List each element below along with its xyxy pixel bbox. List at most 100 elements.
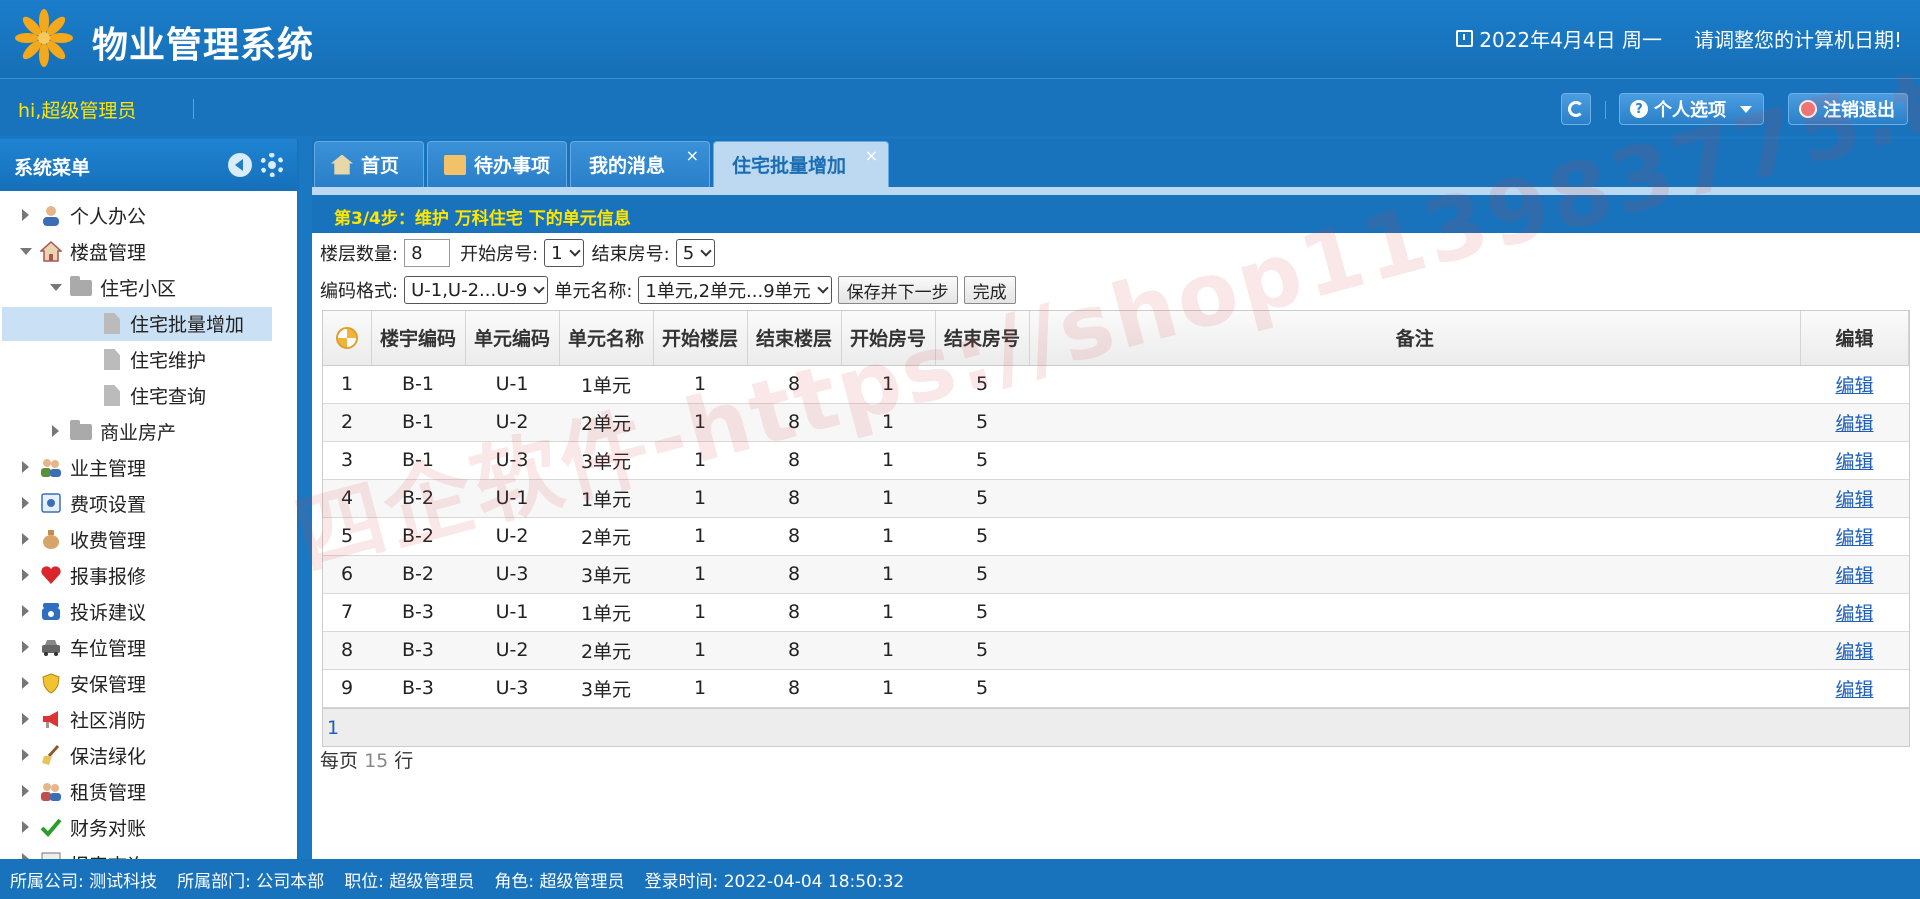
menu-item-batch-add[interactable]: 住宅批量增加 [0, 305, 297, 341]
menu-item-fire[interactable]: 社区消防 [0, 701, 297, 737]
menu-item-finance[interactable]: 财务对账 [0, 809, 297, 845]
menu-item-commercial[interactable]: 商业房产 [0, 413, 297, 449]
menu-item-complaints[interactable]: 投诉建议 [0, 593, 297, 629]
menu-item-personal-office[interactable]: 个人办公 [0, 197, 297, 233]
table-cell: 1 [841, 517, 935, 556]
table-cell: 1 [841, 365, 935, 404]
form-row: 楼层数量: 8 开始房号: 1 结束房号: 5 [320, 239, 716, 267]
expand-icon[interactable] [22, 605, 29, 617]
table-cell: 1 [841, 479, 935, 518]
gear-icon[interactable] [260, 153, 284, 177]
edit-link[interactable]: 编辑 [1800, 365, 1909, 404]
end-room-select[interactable]: 5 [675, 239, 716, 267]
column-header: 楼宇编码 [371, 311, 466, 366]
personal-options-button[interactable]: ? 个人选项 [1619, 93, 1764, 125]
chevron-down-icon [533, 282, 546, 294]
step-bar: 第3/4步：维护 万科住宅 下的单元信息 [312, 195, 1920, 233]
edit-link[interactable]: 编辑 [1800, 555, 1909, 594]
start-room-select[interactable]: 1 [544, 239, 584, 267]
tab-home[interactable]: 首页 [314, 141, 424, 187]
unit-name-select[interactable]: 1单元,2单元...9单元 [638, 276, 832, 304]
collapse-icon[interactable] [50, 283, 62, 291]
finish-button[interactable]: 完成 [963, 276, 1016, 304]
floor-count-input[interactable]: 8 [404, 239, 451, 267]
menu-item-charges[interactable]: 收费管理 [0, 521, 297, 557]
expand-icon[interactable] [22, 569, 29, 581]
expand-icon[interactable] [22, 677, 29, 689]
expand-icon[interactable] [22, 497, 29, 509]
column-header-sort[interactable] [323, 311, 372, 366]
edit-link[interactable]: 编辑 [1800, 441, 1909, 480]
menu-item-owners[interactable]: 业主管理 [0, 449, 297, 485]
table-cell: 1 [841, 441, 935, 480]
menu-item-label: 费项设置 [70, 493, 147, 516]
date-display: 2022年4月4日 周一 请调整您的计算机日期! [1456, 24, 1902, 53]
footer-company: 所属公司: 测试科技 [10, 871, 158, 892]
table-row: 5 B-2 U-2 2单元 1 8 1 5 编辑 [323, 517, 1909, 556]
table-cell: B-1 [371, 403, 465, 442]
select-value: 5 [682, 242, 695, 264]
collapse-icon[interactable] [20, 247, 32, 255]
shield-icon [42, 673, 60, 694]
table-cell: 8 [747, 593, 841, 632]
table-cell [1029, 441, 1801, 480]
car-icon [42, 640, 60, 656]
table-cell: U-1 [465, 479, 559, 518]
menu-item-parking[interactable]: 车位管理 [0, 629, 297, 665]
expand-icon[interactable] [52, 425, 59, 437]
expand-icon[interactable] [22, 785, 29, 797]
tab-batch-add[interactable]: 住宅批量增加 × [713, 141, 889, 187]
expand-icon[interactable] [22, 641, 29, 653]
table-cell: 1 [841, 555, 935, 594]
refresh-button[interactable] [1561, 93, 1591, 125]
expand-icon[interactable] [22, 713, 29, 725]
end-room-label: 结束房号: [591, 244, 670, 265]
menu-item-residential-area[interactable]: 住宅小区 [0, 269, 297, 305]
tab-todo[interactable]: 待办事项 [427, 141, 567, 187]
column-header: 编辑 [1800, 311, 1909, 366]
logout-button[interactable]: 注销退出 [1788, 93, 1908, 125]
document-icon [104, 385, 120, 406]
close-icon[interactable]: × [865, 146, 878, 165]
edit-link[interactable]: 编辑 [1800, 593, 1909, 632]
tab-my-messages[interactable]: 我的消息 × [570, 141, 710, 187]
table-cell: 8 [747, 403, 841, 442]
edit-link[interactable]: 编辑 [1800, 517, 1909, 556]
menu-item-security[interactable]: 安保管理 [0, 665, 297, 701]
tab-label: 首页 [361, 155, 400, 177]
menu-tree: 个人办公 楼盘管理 住宅小区 住宅批量增加 住宅维护 住宅查询 商业房产 业主管… [0, 191, 297, 865]
menu-item-label: 商业房产 [100, 421, 177, 444]
expand-icon[interactable] [22, 209, 29, 221]
table-cell: U-3 [465, 441, 559, 480]
user-icon [43, 206, 59, 226]
expand-icon[interactable] [22, 749, 29, 761]
menu-item-cleaning[interactable]: 保洁绿化 [0, 737, 297, 773]
expand-icon[interactable] [22, 821, 29, 833]
menu-item-property[interactable]: 楼盘管理 [0, 233, 297, 269]
main-panel: 首页 待办事项 我的消息 × 住宅批量增加 × 第3/4步：维护 万科住宅 下的… [312, 139, 1920, 859]
table-cell: 2单元 [559, 403, 653, 442]
edit-link[interactable]: 编辑 [1800, 479, 1909, 518]
menu-item-leasing[interactable]: 租赁管理 [0, 773, 297, 809]
edit-link[interactable]: 编辑 [1800, 403, 1909, 442]
per-page-info: 每页 15 行 [320, 746, 413, 773]
menu-item-maintenance[interactable]: 住宅维护 [0, 341, 297, 377]
table-cell: U-2 [465, 403, 559, 442]
menu-item-fee-settings[interactable]: 费项设置 [0, 485, 297, 521]
column-header: 结束楼层 [747, 311, 842, 366]
expand-icon[interactable] [22, 533, 29, 545]
save-next-button[interactable]: 保存并下一步 [837, 276, 958, 304]
edit-link[interactable]: 编辑 [1800, 669, 1909, 708]
edit-link[interactable]: 编辑 [1800, 631, 1909, 670]
code-format-select[interactable]: U-1,U-2...U-9 [404, 276, 549, 304]
menu-item-query[interactable]: 住宅查询 [0, 377, 297, 413]
page-number[interactable]: 1 [327, 717, 339, 739]
expand-icon[interactable] [22, 461, 29, 473]
collapse-sidebar-icon[interactable] [228, 153, 252, 177]
table-cell: 8 [747, 479, 841, 518]
table-cell: 5 [935, 479, 1029, 518]
table-cell: B-3 [371, 669, 465, 708]
close-icon[interactable]: × [686, 146, 699, 165]
row-number: 2 [323, 403, 371, 442]
menu-item-repairs[interactable]: 报事报修 [0, 557, 297, 593]
